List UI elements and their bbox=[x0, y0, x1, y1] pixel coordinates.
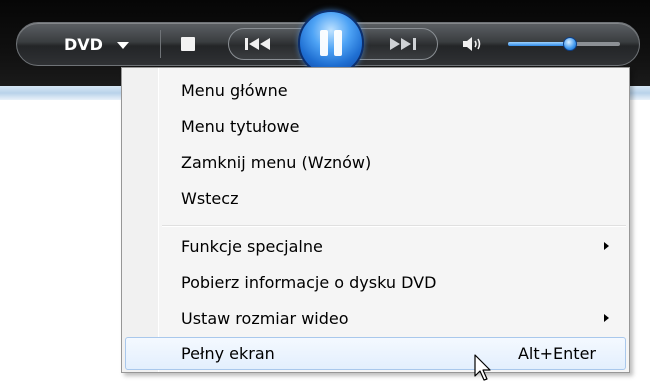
volume-fill bbox=[508, 42, 570, 46]
next-button[interactable] bbox=[382, 33, 426, 55]
menu-item-shortcut: Alt+Enter bbox=[517, 344, 596, 363]
skip-previous-icon bbox=[245, 38, 270, 50]
submenu-arrow-icon bbox=[604, 242, 609, 250]
menu-item-back[interactable]: Wstecz bbox=[125, 182, 626, 215]
menu-item-label: Zamknij menu (Wznów) bbox=[181, 153, 372, 172]
volume-slider[interactable] bbox=[508, 36, 620, 52]
menu-item-label: Pełny ekran bbox=[181, 344, 275, 363]
mute-button[interactable] bbox=[458, 32, 488, 56]
menu-item-label: Wstecz bbox=[181, 189, 239, 208]
menu-item-label: Menu tytułowe bbox=[181, 117, 300, 136]
toolbar-divider bbox=[160, 30, 161, 58]
speaker-icon bbox=[463, 37, 481, 51]
skip-next-icon bbox=[390, 38, 416, 50]
chevron-down-icon bbox=[116, 41, 129, 49]
previous-button[interactable] bbox=[240, 33, 276, 55]
menu-item-label: Funkcje specjalne bbox=[181, 237, 323, 256]
menu-item-label: Menu główne bbox=[181, 81, 288, 100]
menu-item-special-features[interactable]: Funkcje specjalne bbox=[125, 230, 626, 263]
dvd-button-label: DVD bbox=[64, 34, 103, 54]
menu-item-dvd-info[interactable]: Pobierz informacje o dysku DVD bbox=[125, 266, 626, 299]
menu-item-full-screen[interactable]: Pełny ekran Alt+Enter bbox=[125, 337, 626, 370]
menu-separator bbox=[162, 225, 626, 227]
menu-item-video-size[interactable]: Ustaw rozmiar wideo bbox=[125, 302, 626, 335]
menu-item-label: Pobierz informacje o dysku DVD bbox=[181, 273, 437, 292]
mouse-pointer-icon bbox=[474, 354, 491, 381]
menu-item-close-menu[interactable]: Zamknij menu (Wznów) bbox=[125, 146, 626, 179]
menu-item-title-menu[interactable]: Menu tytułowe bbox=[125, 110, 626, 143]
dvd-context-menu: Menu główne Menu tytułowe Zamknij menu (… bbox=[121, 67, 630, 373]
dvd-menu-button[interactable]: DVD bbox=[64, 32, 154, 56]
submenu-arrow-icon bbox=[604, 314, 609, 322]
pause-icon bbox=[317, 30, 345, 56]
menu-item-main-menu[interactable]: Menu główne bbox=[125, 74, 626, 107]
volume-thumb[interactable] bbox=[562, 37, 577, 51]
stop-button[interactable] bbox=[181, 37, 195, 51]
menu-item-label: Ustaw rozmiar wideo bbox=[181, 309, 349, 328]
